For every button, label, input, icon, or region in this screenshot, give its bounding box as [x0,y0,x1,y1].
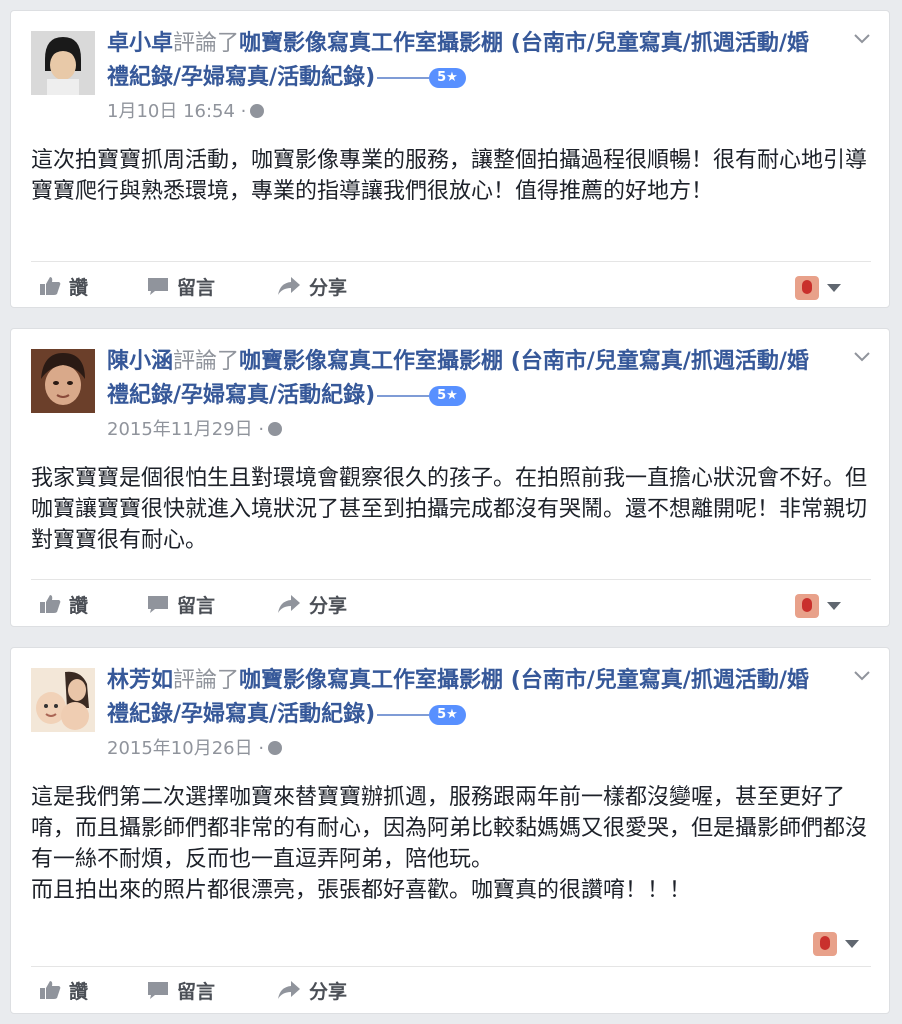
like-button[interactable]: 讚 [39,586,88,622]
page-avatar-icon [813,932,837,956]
like-label: 讚 [69,980,89,1003]
review-verb: 評論了 [173,31,240,56]
chevron-down-icon[interactable] [853,33,871,45]
timestamp[interactable]: 1月10日 16:54 · [107,97,265,123]
comment-button[interactable]: 留言 [147,586,215,622]
like-label: 讚 [69,594,89,617]
share-label: 分享 [309,980,348,1003]
share-label: 分享 [309,276,348,299]
action-bar: 讚 留言 分享 [31,586,871,622]
divider [31,261,871,262]
share-button[interactable]: 分享 [277,268,347,304]
review-header: 林芳如評論了咖寶影像寫真工作室攝影棚 (台南市/兒童寫真/抓週活動/婚禮紀錄/孕… [107,664,827,732]
chevron-down-icon[interactable] [853,351,871,363]
review-card: 卓小卓評論了咖寶影像寫真工作室攝影棚 (台南市/兒童寫真/抓週活動/婚禮紀錄/孕… [10,10,890,308]
avatar[interactable] [31,31,95,95]
review-text: 這是我們第二次選擇咖寶來替寶寶辦抓週，服務跟兩年前一樣都沒變喔，甚至更好了唷，而… [31,785,868,903]
reaction-selector[interactable] [795,276,841,300]
rating-value: 5★ [429,68,466,88]
speech-bubble-icon [148,982,168,999]
page-avatar-icon [795,594,819,618]
globe-icon [268,741,283,755]
rating-badge: 5★ [377,705,466,725]
avatar[interactable] [31,349,95,413]
comment-button[interactable]: 留言 [147,268,215,304]
page-avatar-icon [795,276,819,300]
share-button[interactable]: 分享 [277,586,347,622]
review-verb: 評論了 [173,349,240,374]
share-arrow-icon [278,277,300,295]
thumbs-up-icon [40,595,61,613]
review-header: 陳小涵評論了咖寶影像寫真工作室攝影棚 (台南市/兒童寫真/抓週活動/婚禮紀錄/孕… [107,345,827,413]
review-card: 陳小涵評論了咖寶影像寫真工作室攝影棚 (台南市/兒童寫真/抓週活動/婚禮紀錄/孕… [10,328,890,627]
review-header: 卓小卓評論了咖寶影像寫真工作室攝影棚 (台南市/兒童寫真/抓週活動/婚禮紀錄/孕… [107,27,827,95]
timestamp[interactable]: 2015年11月29日 · [107,415,283,441]
share-label: 分享 [309,594,348,617]
reaction-selector[interactable] [795,594,841,618]
share-arrow-icon [278,595,300,613]
review-text: 這次拍寶寶抓周活動，咖寶影像專業的服務，讓整個拍攝過程很順暢！很有耐心地引導寶寶… [31,148,868,204]
rating-badge: 5★ [377,68,466,88]
like-button[interactable]: 讚 [39,972,88,1008]
like-button[interactable]: 讚 [39,268,88,304]
timestamp-text[interactable]: 2015年10月26日 · [107,738,264,759]
author-name[interactable]: 林芳如 [107,668,173,693]
speech-bubble-icon [148,278,168,295]
caret-down-icon [845,940,859,948]
author-name[interactable]: 卓小卓 [107,31,173,56]
divider [31,966,871,967]
globe-icon [268,422,283,436]
thumbs-up-icon [40,981,61,999]
caret-down-icon [827,284,841,292]
caret-down-icon [827,602,841,610]
rating-value: 5★ [429,705,466,725]
globe-icon [250,104,265,118]
rating-value: 5★ [429,386,466,406]
avatar[interactable] [31,668,95,732]
comment-label: 留言 [177,980,216,1003]
review-card: 林芳如評論了咖寶影像寫真工作室攝影棚 (台南市/兒童寫真/抓週活動/婚禮紀錄/孕… [10,647,890,1014]
comment-button[interactable]: 留言 [147,972,215,1008]
rating-badge: 5★ [377,386,466,406]
divider [31,579,871,580]
review-verb: 評論了 [173,668,240,693]
author-name[interactable]: 陳小涵 [107,349,173,374]
action-bar: 讚 留言 分享 [31,268,871,304]
timestamp[interactable]: 2015年10月26日 · [107,734,283,760]
thumbs-up-icon [40,277,61,295]
timestamp-text[interactable]: 1月10日 16:54 · [107,101,246,122]
comment-label: 留言 [177,594,216,617]
comment-label: 留言 [177,276,216,299]
like-label: 讚 [69,276,89,299]
share-button[interactable]: 分享 [277,972,347,1008]
share-arrow-icon [278,981,300,999]
reaction-selector[interactable] [813,932,859,956]
speech-bubble-icon [148,596,168,613]
chevron-down-icon[interactable] [853,670,871,682]
timestamp-text[interactable]: 2015年11月29日 · [107,419,264,440]
action-bar: 讚 留言 分享 [31,972,871,1008]
review-text: 我家寶寶是個很怕生且對環境會觀察很久的孩子。在拍照前我一直擔心狀況會不好。但咖寶… [31,466,868,553]
